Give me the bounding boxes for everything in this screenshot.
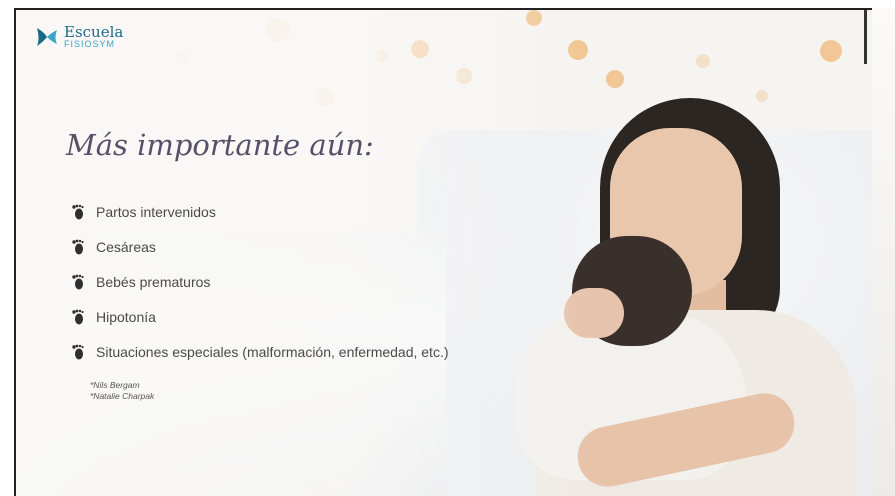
references: *Nils Bergam *Natalie Charpak <box>90 380 154 402</box>
baby-footprint-icon <box>72 344 84 359</box>
bullet-item: Cesáreas <box>70 229 449 264</box>
bullet-item: Bebés prematuros <box>70 264 449 299</box>
bullet-text: Hipotonía <box>96 308 156 325</box>
slide-divider <box>864 10 867 64</box>
bullet-item: Partos intervenidos <box>70 194 449 229</box>
baby-footprint-icon <box>72 274 84 289</box>
baby-footprint-icon <box>72 204 84 219</box>
logo-line2: FISIOSYM <box>64 39 116 49</box>
bullet-list: Partos intervenidos Cesáreas Bebés prema… <box>70 194 449 369</box>
baby-footprint-icon <box>72 239 84 254</box>
bullet-text: Situaciones especiales (malformación, en… <box>96 343 449 360</box>
logo-line1: Escuela <box>64 23 124 41</box>
escuela-fisiosym-logo: Escuela FISIOSYM <box>34 22 123 52</box>
baby-footprint-icon <box>72 309 84 324</box>
slide-title: Más importante aún: <box>66 128 374 162</box>
slide-frame: Escuela FISIOSYM Más importante aún: Par… <box>14 8 872 496</box>
bullet-text: Cesáreas <box>96 238 156 255</box>
reference-item: *Natalie Charpak <box>90 391 155 401</box>
butterfly-logo-icon <box>37 28 57 46</box>
bullet-text: Partos intervenidos <box>96 203 216 220</box>
bullet-text: Bebés prematuros <box>96 273 211 290</box>
bullet-item: Situaciones especiales (malformación, en… <box>70 334 449 369</box>
bullet-item: Hipotonía <box>70 299 449 334</box>
reference-item: *Nils Bergam <box>90 380 140 390</box>
slide: Escuela FISIOSYM Más importante aún: Par… <box>16 10 872 496</box>
